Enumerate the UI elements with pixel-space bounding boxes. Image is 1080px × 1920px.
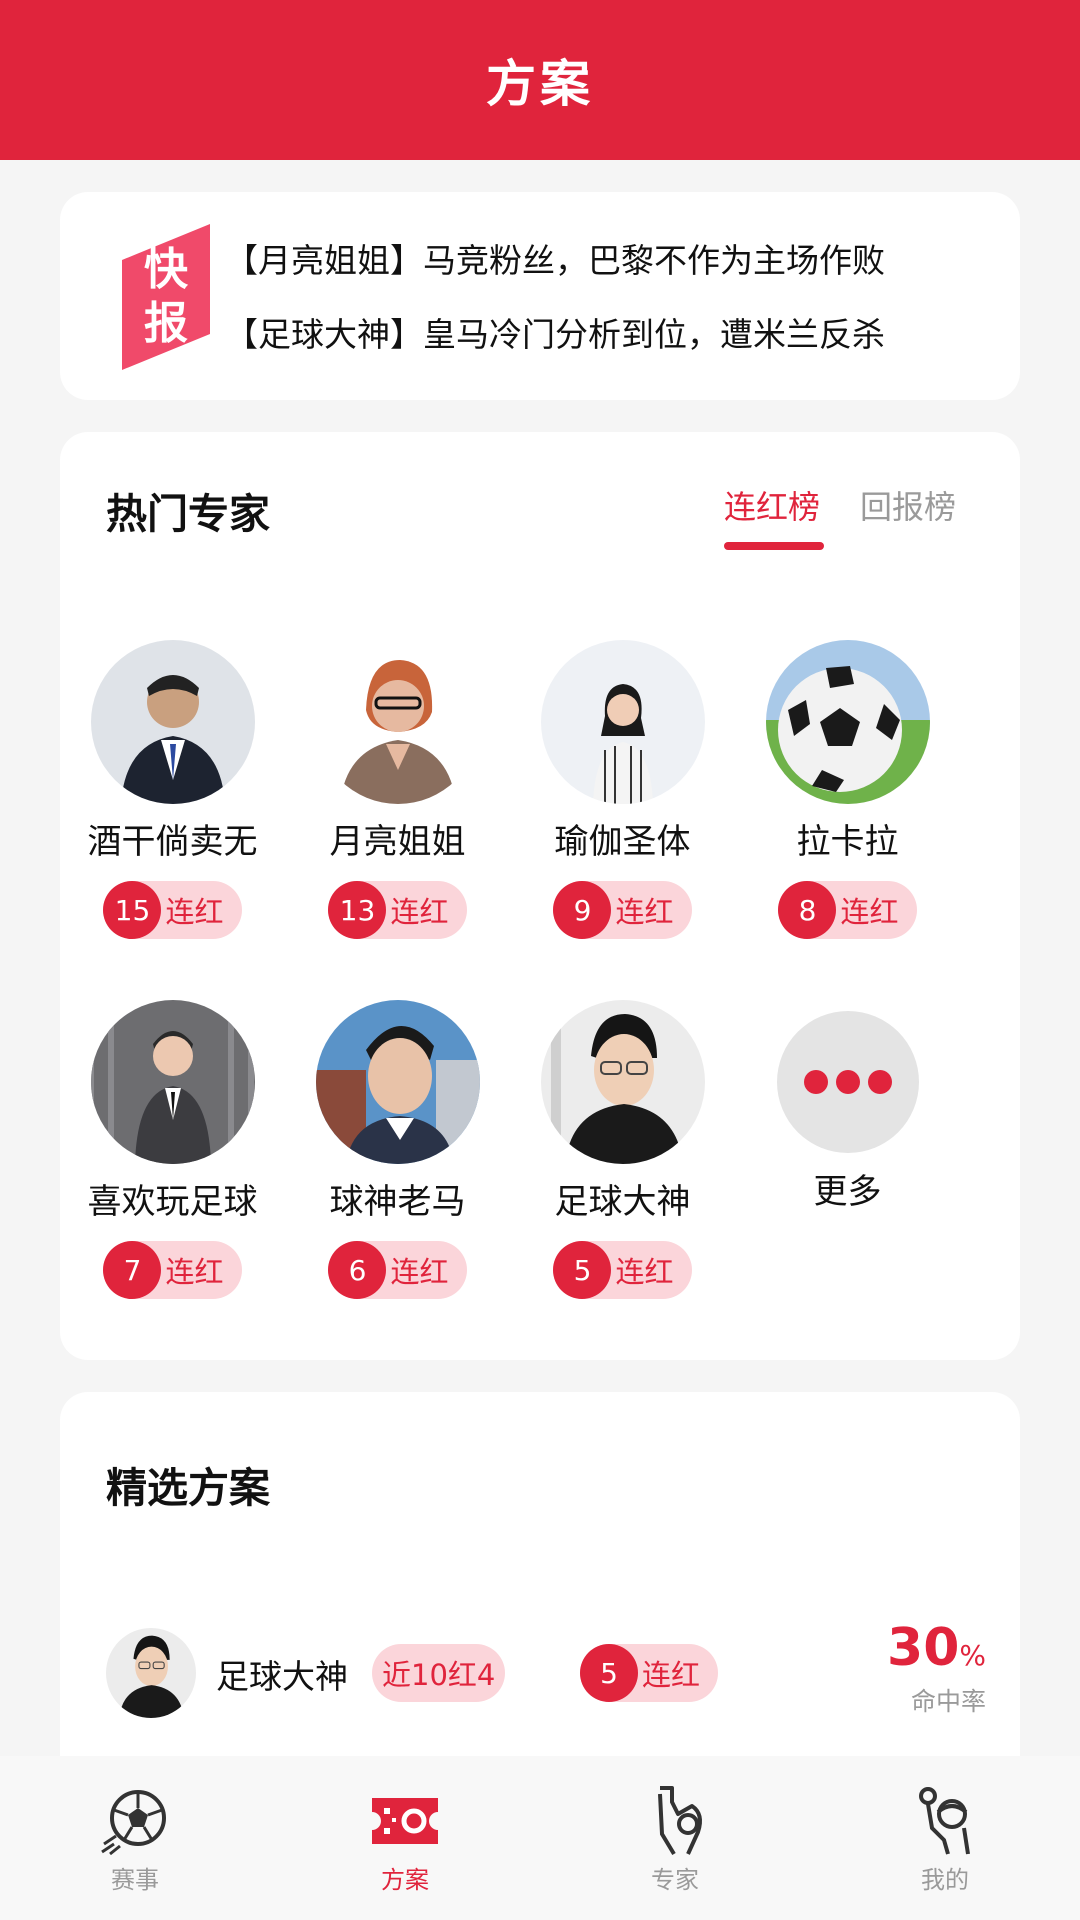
streak-badge: 9 连红	[553, 881, 692, 939]
streak-label: 连红	[390, 895, 449, 929]
streak-count: 15	[103, 881, 162, 939]
expert-card[interactable]: 拉卡拉 8 连红	[735, 640, 960, 939]
streak-badge: 5 连红	[580, 1644, 719, 1702]
hit-rate: 30% 命中率	[887, 1618, 986, 1718]
expert-name: 足球大神	[216, 1657, 348, 1696]
featured-picks-card: 精选方案 足球大神 近10红4 5 连红 30% 命中率	[60, 1392, 1020, 1812]
tab-label: 专家	[651, 1866, 699, 1894]
tab-streak-ranking[interactable]: 连红榜	[724, 482, 820, 528]
bottom-tab-bar: 赛事 方案 专家 我的	[0, 1756, 1080, 1920]
avatar	[540, 640, 705, 804]
more-icon	[776, 1011, 919, 1153]
streak-badge: 7 连红	[103, 1241, 242, 1299]
streak-badge: 6 连红	[328, 1241, 467, 1299]
expert-card[interactable]: 月亮姐姐 13 连红	[285, 640, 510, 939]
streak-badge: 8 连红	[778, 881, 917, 939]
tab-label: 赛事	[111, 1866, 159, 1894]
active-tab-indicator	[724, 542, 824, 550]
avatar	[315, 1000, 480, 1164]
user-icon	[919, 1787, 970, 1855]
expert-card[interactable]: 足球大神 5 连红	[510, 1000, 735, 1299]
streak-label: 连红	[642, 1658, 701, 1692]
tab-label: 我的	[921, 1866, 969, 1894]
expert-name: 酒干倘卖无	[87, 822, 258, 862]
streak-label: 连红	[615, 1255, 674, 1289]
ticket-icon	[372, 1798, 438, 1844]
hit-rate-value: 30	[887, 1618, 960, 1678]
tab-plans[interactable]: 方案	[335, 1784, 475, 1895]
expert-card[interactable]: 酒干倘卖无 15 连红	[60, 640, 285, 939]
more-experts-button[interactable]: 更多	[735, 1000, 960, 1213]
news-item[interactable]: 【足球大神】皇马冷门分析到位，遭米兰反杀	[225, 308, 885, 356]
expert-name: 足球大神	[554, 1182, 691, 1222]
streak-count: 5	[580, 1644, 638, 1702]
tab-matches[interactable]: 赛事	[65, 1784, 205, 1895]
streak-label: 连红	[165, 895, 224, 929]
streak-badge: 15 连红	[103, 881, 242, 939]
featured-picks-title: 精选方案	[106, 1464, 270, 1512]
streak-count: 5	[553, 1241, 612, 1299]
expert-name: 拉卡拉	[796, 822, 899, 862]
streak-badge: 13 连红	[328, 881, 467, 939]
svg-text:快: 快	[144, 244, 189, 295]
hot-experts-title: 热门专家	[106, 490, 270, 538]
expert-name: 球神老马	[329, 1182, 466, 1222]
recent-record-badge: 近10红4	[372, 1644, 506, 1702]
avatar	[106, 1628, 196, 1718]
expert-card[interactable]: 球神老马 6 连红	[285, 1000, 510, 1299]
expert-name: 喜欢玩足球	[87, 1182, 258, 1222]
expert-name: 月亮姐姐	[329, 822, 466, 862]
hot-experts-card: 热门专家 连红榜 回报榜 酒干倘卖无 15 连红 月亮姐姐 13 连红 瑜伽圣体…	[60, 432, 1020, 1360]
pick-item[interactable]: 足球大神 近10红4 5 连红 30% 命中率	[106, 1618, 986, 1728]
news-item[interactable]: 【月亮姐姐】马竞粉丝，巴黎不作为主场作败	[225, 234, 885, 282]
news-ticker-card[interactable]: 快 报 【月亮姐姐】马竞粉丝，巴黎不作为主场作败 【足球大神】皇马冷门分析到位，…	[60, 192, 1020, 400]
hit-rate-label: 命中率	[910, 1687, 986, 1716]
streak-count: 9	[553, 881, 612, 939]
streak-count: 7	[103, 1241, 162, 1299]
avatar	[540, 1000, 705, 1164]
hit-rate-unit: %	[959, 1639, 986, 1672]
more-label: 更多	[813, 1172, 882, 1212]
avatar	[765, 640, 930, 804]
top-header: 方案	[0, 0, 1080, 160]
streak-label: 连红	[165, 1255, 224, 1289]
streak-label: 连红	[840, 895, 899, 929]
tab-label: 方案	[381, 1866, 429, 1894]
streak-count: 8	[778, 881, 837, 939]
svg-text:报: 报	[144, 298, 188, 349]
soccer-ball-icon	[101, 1790, 166, 1856]
avatar	[90, 640, 255, 804]
streak-count: 6	[328, 1241, 387, 1299]
streak-badge: 5 连红	[553, 1241, 692, 1299]
tab-mine[interactable]: 我的	[875, 1784, 1015, 1895]
streak-count: 13	[328, 881, 387, 939]
avatar	[315, 640, 480, 804]
page-title: 方案	[486, 55, 594, 113]
avatar	[90, 1000, 255, 1164]
tab-experts[interactable]: 专家	[605, 1784, 745, 1895]
streak-label: 连红	[615, 895, 674, 929]
expert-card[interactable]: 瑜伽圣体 9 连红	[510, 640, 735, 939]
expert-icon	[658, 1786, 702, 1856]
tab-return-ranking[interactable]: 回报榜	[860, 482, 956, 528]
expert-name: 瑜伽圣体	[554, 822, 691, 862]
streak-label: 连红	[390, 1255, 449, 1289]
expert-card[interactable]: 喜欢玩足球 7 连红	[60, 1000, 285, 1299]
